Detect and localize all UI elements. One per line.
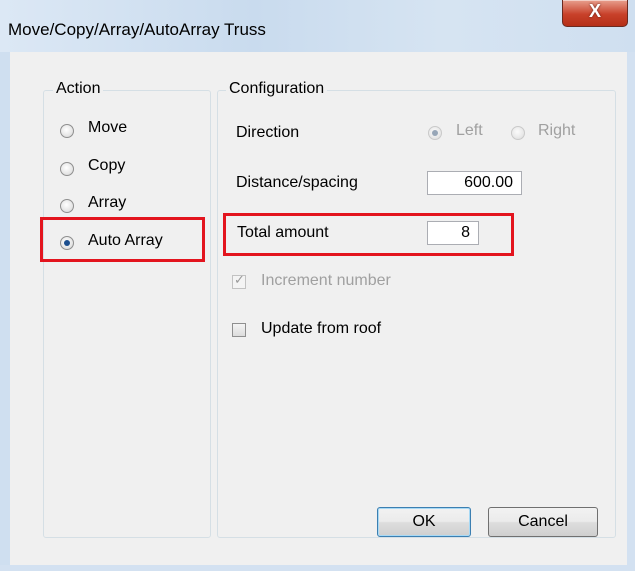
move-label[interactable]: Move: [88, 119, 127, 137]
ok-button[interactable]: OK: [377, 507, 471, 537]
action-group: Action: [43, 80, 211, 538]
window-title: Move/Copy/Array/AutoArray Truss: [8, 20, 266, 39]
close-button[interactable]: X: [562, 0, 628, 27]
distance-label: Distance/spacing: [236, 174, 358, 191]
array-label[interactable]: Array: [88, 194, 126, 212]
cancel-button[interactable]: Cancel: [488, 507, 598, 537]
window-frame-left: [0, 52, 10, 571]
window-frame-bottom: [0, 565, 635, 571]
window-frame-right: [627, 52, 635, 571]
close-icon: X: [588, 1, 601, 21]
direction-label: Direction: [236, 124, 300, 141]
move-radio[interactable]: [60, 124, 74, 138]
update-from-roof-checkbox[interactable]: [232, 323, 246, 337]
distance-input[interactable]: 600.00: [427, 171, 522, 195]
direction-left-radio[interactable]: [428, 126, 442, 140]
auto-array-highlight: [40, 217, 205, 262]
increment-number-label[interactable]: Increment number: [261, 272, 391, 290]
total-amount-highlight: [223, 213, 514, 256]
direction-right-label[interactable]: Right: [538, 122, 575, 140]
update-from-roof-label[interactable]: Update from roof: [261, 320, 381, 338]
copy-label[interactable]: Copy: [88, 157, 125, 175]
direction-right-radio[interactable]: [511, 126, 525, 140]
increment-number-checkbox[interactable]: ✓: [232, 272, 246, 289]
array-radio[interactable]: [60, 199, 74, 213]
configuration-group-label: Configuration: [226, 80, 328, 98]
configuration-group: Configuration: [217, 80, 616, 538]
action-group-label: Action: [53, 80, 104, 98]
checkmark-icon: ✓: [234, 272, 245, 287]
copy-radio[interactable]: [60, 162, 74, 176]
dialog-body: Action Move Copy Array Auto Array Config…: [10, 52, 627, 565]
title-bar: Move/Copy/Array/AutoArray Truss X: [0, 0, 635, 52]
direction-left-label[interactable]: Left: [456, 122, 483, 140]
